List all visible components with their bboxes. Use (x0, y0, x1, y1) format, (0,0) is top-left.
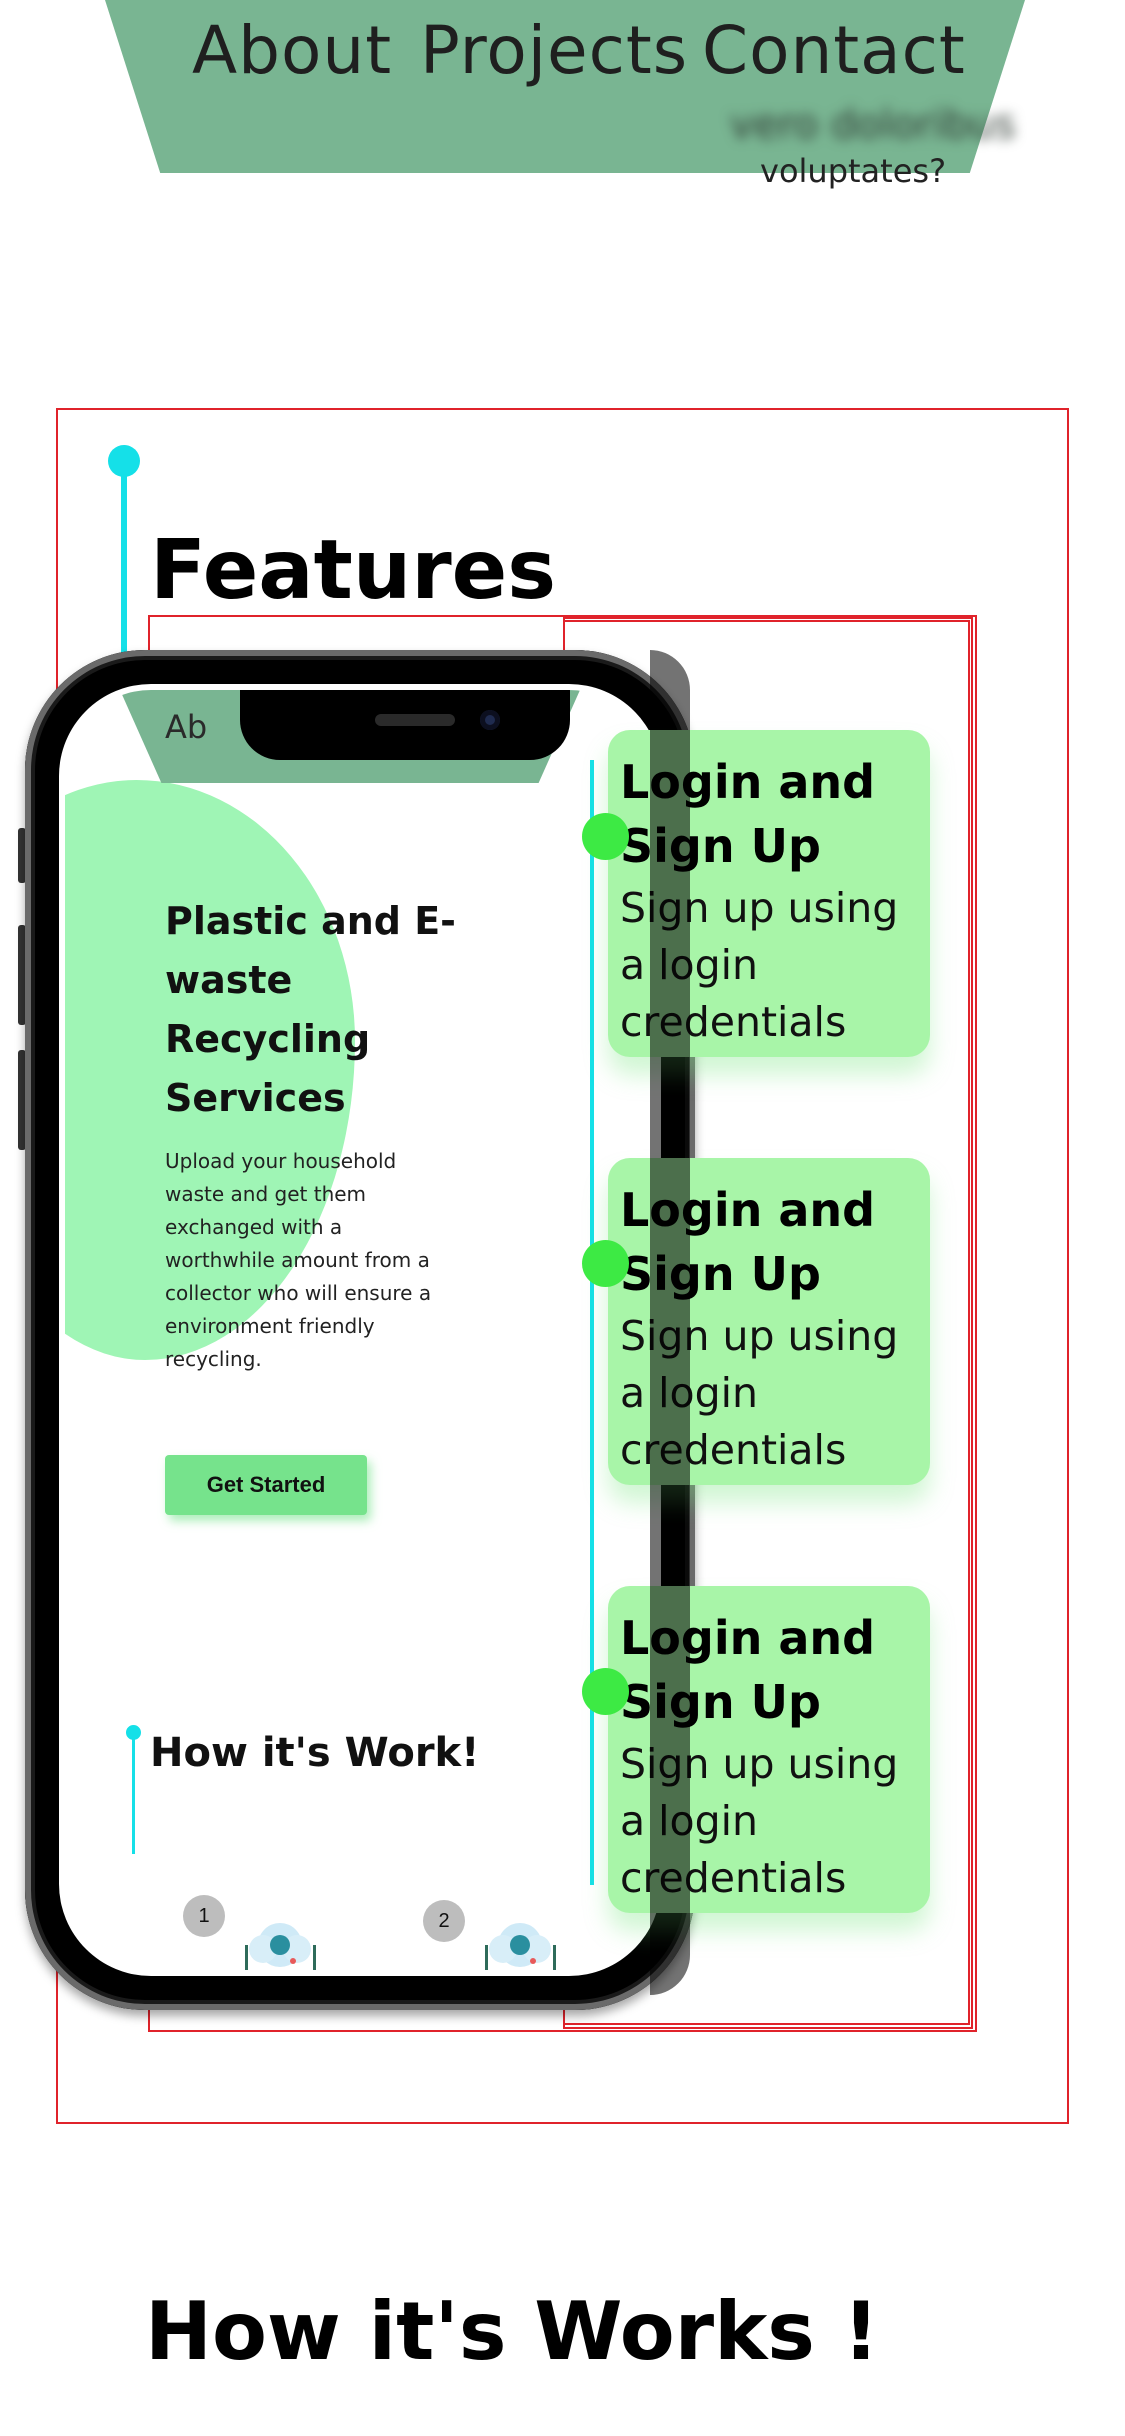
get-started-button[interactable]: Get Started (165, 1455, 367, 1515)
nav-link-contact[interactable]: Contact (702, 12, 966, 89)
features-title: Features (150, 523, 557, 618)
timeline-marker-dot (582, 1240, 629, 1287)
step-badge-2: 2 (423, 1900, 465, 1942)
nav-link-projects[interactable]: Projects (420, 12, 688, 89)
phone-speaker (375, 714, 455, 726)
recycle-illustration-icon (485, 1923, 556, 1970)
timeline-marker-dot (582, 813, 629, 860)
how-it-works-title: How it's Works ! (145, 2285, 880, 2378)
nav-link-about[interactable]: About (192, 12, 392, 89)
hero-title: Plastic and E-waste Recycling Services (165, 899, 456, 1120)
phone-frame-edge (650, 650, 690, 1995)
recycle-illustration-icon (245, 1923, 316, 1970)
how-title-mini: How it's Work! (150, 1730, 480, 1776)
how-timeline-line (132, 1730, 135, 1854)
phone-screen: Ab ct Plastic and E-waste Recycling Serv… (65, 690, 655, 1970)
step-badge-1: 1 (183, 1895, 225, 1937)
phone-notch (240, 690, 570, 760)
hero-subtext: voluptates? (760, 152, 947, 190)
phone-camera (480, 710, 500, 730)
phone-nav-left[interactable]: Ab (165, 708, 207, 746)
hero-description: Upload your household waste and get them… (165, 1149, 432, 1371)
timeline-marker-dot (582, 1668, 629, 1715)
cards-timeline-line (590, 760, 594, 1885)
blurred-text: vero doloribus (730, 102, 1016, 148)
timeline-line (121, 460, 127, 660)
